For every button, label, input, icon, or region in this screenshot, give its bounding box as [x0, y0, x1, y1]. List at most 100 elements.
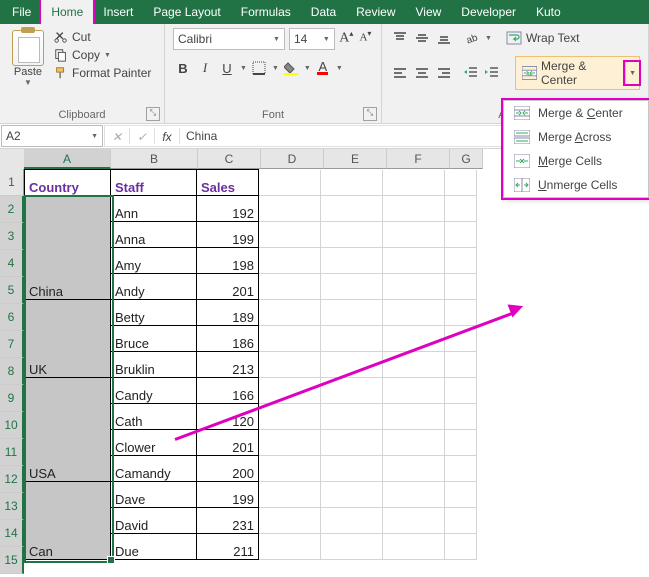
- cell[interactable]: [445, 482, 477, 508]
- align-right-button[interactable]: [434, 63, 454, 83]
- row-header-1[interactable]: 1: [0, 169, 24, 196]
- cell[interactable]: [383, 430, 445, 456]
- cell[interactable]: Clower: [111, 430, 197, 456]
- cell[interactable]: [259, 508, 321, 534]
- cell[interactable]: [259, 196, 321, 222]
- cell[interactable]: [383, 222, 445, 248]
- fx-button[interactable]: fx: [155, 128, 180, 144]
- paste-dropdown-icon[interactable]: ▼: [8, 78, 48, 87]
- cell[interactable]: [259, 404, 321, 430]
- cell[interactable]: [445, 508, 477, 534]
- cell[interactable]: [445, 196, 477, 222]
- cell[interactable]: [259, 326, 321, 352]
- cell[interactable]: [259, 222, 321, 248]
- fill-color-button[interactable]: [281, 58, 301, 78]
- cell[interactable]: 213: [197, 352, 259, 378]
- menu-merge-across[interactable]: Merge Across: [504, 125, 648, 149]
- cell[interactable]: [321, 482, 383, 508]
- font-launcher[interactable]: ⤡: [363, 107, 377, 121]
- cell[interactable]: [383, 534, 445, 560]
- tab-home[interactable]: Home: [41, 0, 93, 24]
- cell[interactable]: [383, 508, 445, 534]
- row-header-14[interactable]: 14: [0, 520, 24, 547]
- menu-unmerge-cells[interactable]: Unmerge Cells: [504, 173, 648, 197]
- cell[interactable]: [321, 534, 383, 560]
- cell[interactable]: [383, 482, 445, 508]
- underline-button[interactable]: U: [217, 58, 237, 78]
- cell[interactable]: [445, 352, 477, 378]
- cell[interactable]: Candy: [111, 378, 197, 404]
- align-top-button[interactable]: [390, 28, 410, 48]
- cell[interactable]: Due: [111, 534, 197, 560]
- cell[interactable]: [259, 300, 321, 326]
- tab-page-layout[interactable]: Page Layout: [143, 0, 230, 24]
- row-header-7[interactable]: 7: [0, 331, 24, 358]
- cell[interactable]: [321, 222, 383, 248]
- cell[interactable]: [445, 326, 477, 352]
- merge-center-button[interactable]: a Merge & Center: [516, 57, 625, 89]
- cell[interactable]: 201: [197, 430, 259, 456]
- cell[interactable]: 199: [197, 222, 259, 248]
- cells-area[interactable]: CountryStaffSalesChinaAnn192Anna199Amy19…: [24, 169, 477, 560]
- cell[interactable]: [445, 248, 477, 274]
- row-header-13[interactable]: 13: [0, 493, 24, 520]
- cell[interactable]: [259, 248, 321, 274]
- cell[interactable]: [259, 430, 321, 456]
- wrap-text-button[interactable]: Wrap Text: [506, 31, 580, 45]
- cell[interactable]: [383, 326, 445, 352]
- cell[interactable]: [383, 352, 445, 378]
- font-size-select[interactable]: 14▼: [289, 28, 335, 50]
- cell[interactable]: USA: [25, 378, 111, 482]
- align-center-button[interactable]: [412, 63, 432, 83]
- row-header-2[interactable]: 2: [0, 196, 24, 223]
- tab-file[interactable]: File: [2, 0, 41, 24]
- cell[interactable]: [445, 300, 477, 326]
- cell[interactable]: [259, 274, 321, 300]
- menu-merge-center[interactable]: Merge & Center: [504, 101, 648, 125]
- row-header-6[interactable]: 6: [0, 304, 24, 331]
- cell[interactable]: 198: [197, 248, 259, 274]
- italic-button[interactable]: I: [195, 58, 215, 78]
- cell[interactable]: Sales: [197, 170, 259, 196]
- cell[interactable]: [445, 274, 477, 300]
- cell[interactable]: [259, 170, 321, 196]
- cell[interactable]: [445, 378, 477, 404]
- cell[interactable]: Cath: [111, 404, 197, 430]
- row-header-3[interactable]: 3: [0, 223, 24, 250]
- cell[interactable]: [321, 378, 383, 404]
- cell[interactable]: [321, 170, 383, 196]
- row-header-15[interactable]: 15: [0, 547, 24, 574]
- cell[interactable]: [259, 352, 321, 378]
- enter-formula-button[interactable]: ✓: [130, 128, 155, 144]
- cell[interactable]: 120: [197, 404, 259, 430]
- bold-button[interactable]: B: [173, 58, 193, 78]
- cancel-formula-button[interactable]: ✕: [105, 128, 130, 144]
- cell[interactable]: [321, 196, 383, 222]
- cell[interactable]: [321, 508, 383, 534]
- font-color-button[interactable]: A: [313, 58, 333, 78]
- row-header-5[interactable]: 5: [0, 277, 24, 304]
- cell[interactable]: [445, 404, 477, 430]
- merge-center-dropdown[interactable]: ▼: [625, 62, 639, 84]
- cell[interactable]: 186: [197, 326, 259, 352]
- format-painter-button[interactable]: Format Painter: [54, 66, 151, 80]
- clipboard-launcher[interactable]: ⤡: [146, 107, 160, 121]
- increase-font-button[interactable]: A▴: [339, 29, 354, 49]
- cell[interactable]: 199: [197, 482, 259, 508]
- cell[interactable]: Amy: [111, 248, 197, 274]
- cell[interactable]: [259, 534, 321, 560]
- tab-developer[interactable]: Developer: [451, 0, 526, 24]
- cell[interactable]: [383, 378, 445, 404]
- cell[interactable]: 231: [197, 508, 259, 534]
- cell[interactable]: Camandy: [111, 456, 197, 482]
- cell[interactable]: [259, 456, 321, 482]
- row-header-12[interactable]: 12: [0, 466, 24, 493]
- tab-data[interactable]: Data: [301, 0, 346, 24]
- cell[interactable]: Betty: [111, 300, 197, 326]
- cell[interactable]: [445, 222, 477, 248]
- paste-button[interactable]: Paste ▼: [8, 28, 48, 87]
- cell[interactable]: [383, 300, 445, 326]
- cell[interactable]: [445, 456, 477, 482]
- cell[interactable]: Bruklin: [111, 352, 197, 378]
- cell[interactable]: Dave: [111, 482, 197, 508]
